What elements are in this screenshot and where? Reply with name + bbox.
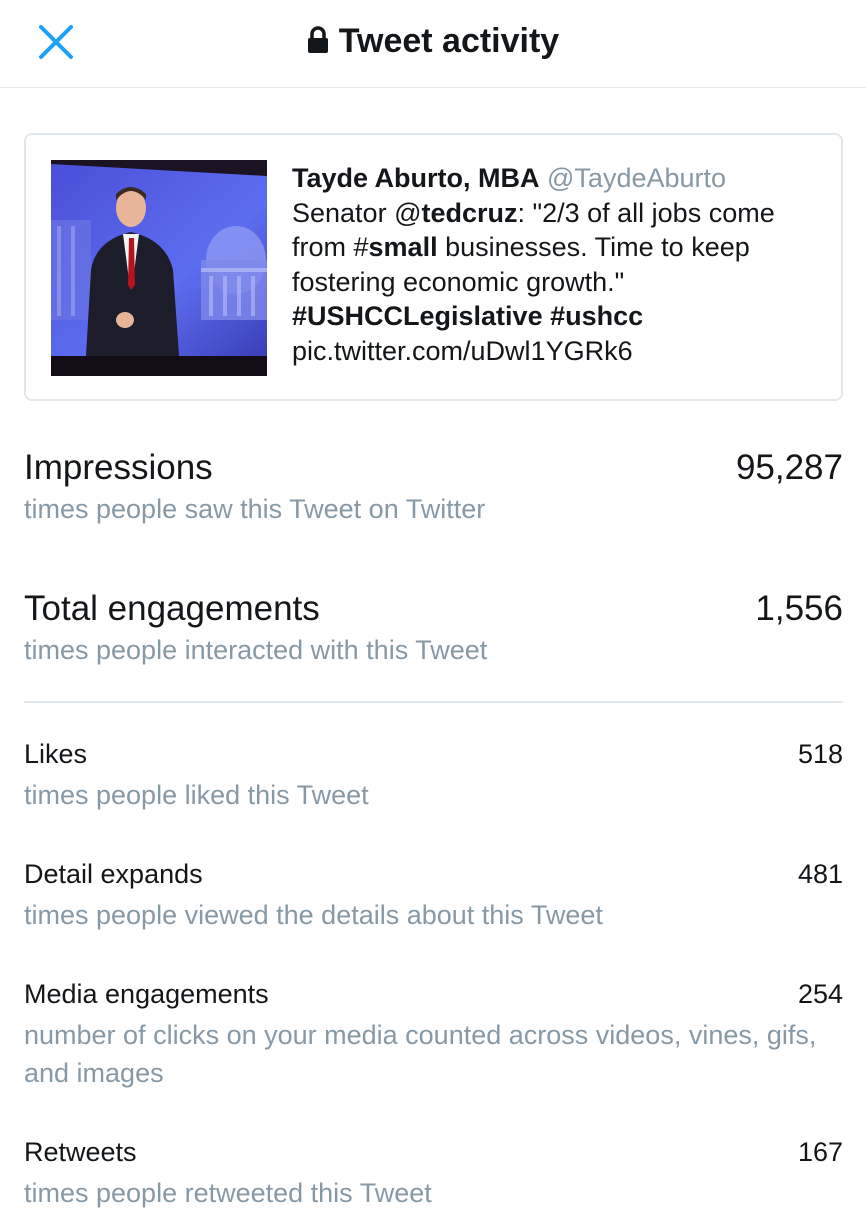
metric-label: Detail expands (24, 859, 203, 889)
divider (24, 701, 843, 703)
metric-value: 95,287 (735, 448, 843, 487)
metric-value: 254 (797, 979, 843, 1009)
metric-description: times people viewed the details about th… (24, 900, 603, 930)
tweet-text-part (543, 301, 551, 331)
metric-description: times people saw this Tweet on Twitter (24, 494, 486, 524)
metric-description: times people retweeted this Tweet (24, 1178, 432, 1208)
metric-label: Retweets (24, 1137, 137, 1167)
author-handle[interactable]: @TaydeAburto (547, 163, 726, 193)
header-bar: Tweet activity (0, 0, 866, 88)
mention-link[interactable]: tedcruz (421, 198, 517, 228)
metric-value: 1,556 (755, 589, 843, 628)
page-title-text: Tweet activity (338, 22, 560, 60)
lock-icon (307, 26, 328, 53)
metric-value: 167 (797, 1137, 843, 1167)
page-title: Tweet activity (0, 20, 866, 62)
metric-label: Media engagements (24, 979, 269, 1009)
media-link[interactable]: pic.twitter.com/uDwl1YGRk6 (292, 336, 633, 366)
metric-description: times people liked this Tweet (24, 780, 369, 810)
tweet-text-part: Senator @ (292, 197, 422, 228)
tweet-card[interactable]: Tayde Aburto, MBA @TaydeAburto Senator @… (24, 133, 843, 401)
author-name[interactable]: Tayde Aburto, MBA (292, 163, 540, 193)
hashtag-link[interactable]: #ushcc (550, 301, 643, 331)
speaker-photo-image (51, 160, 267, 376)
metric-description: number of clicks on your media counted a… (24, 1020, 817, 1088)
tweet-text: Tayde Aburto, MBA @TaydeAburto Senator @… (292, 161, 832, 368)
metric-description: times people interacted with this Tweet (24, 635, 488, 665)
hashtag-link[interactable]: small (369, 232, 438, 262)
hashtag-link[interactable]: #USHCCLegislative (292, 301, 543, 331)
metric-label: Impressions (24, 448, 213, 487)
metric-value: 518 (797, 739, 843, 769)
metric-label: Total engagements (24, 589, 320, 628)
metric-label: Likes (24, 739, 88, 769)
tweet-media-thumbnail[interactable] (51, 160, 267, 376)
metric-value: 481 (797, 859, 843, 889)
